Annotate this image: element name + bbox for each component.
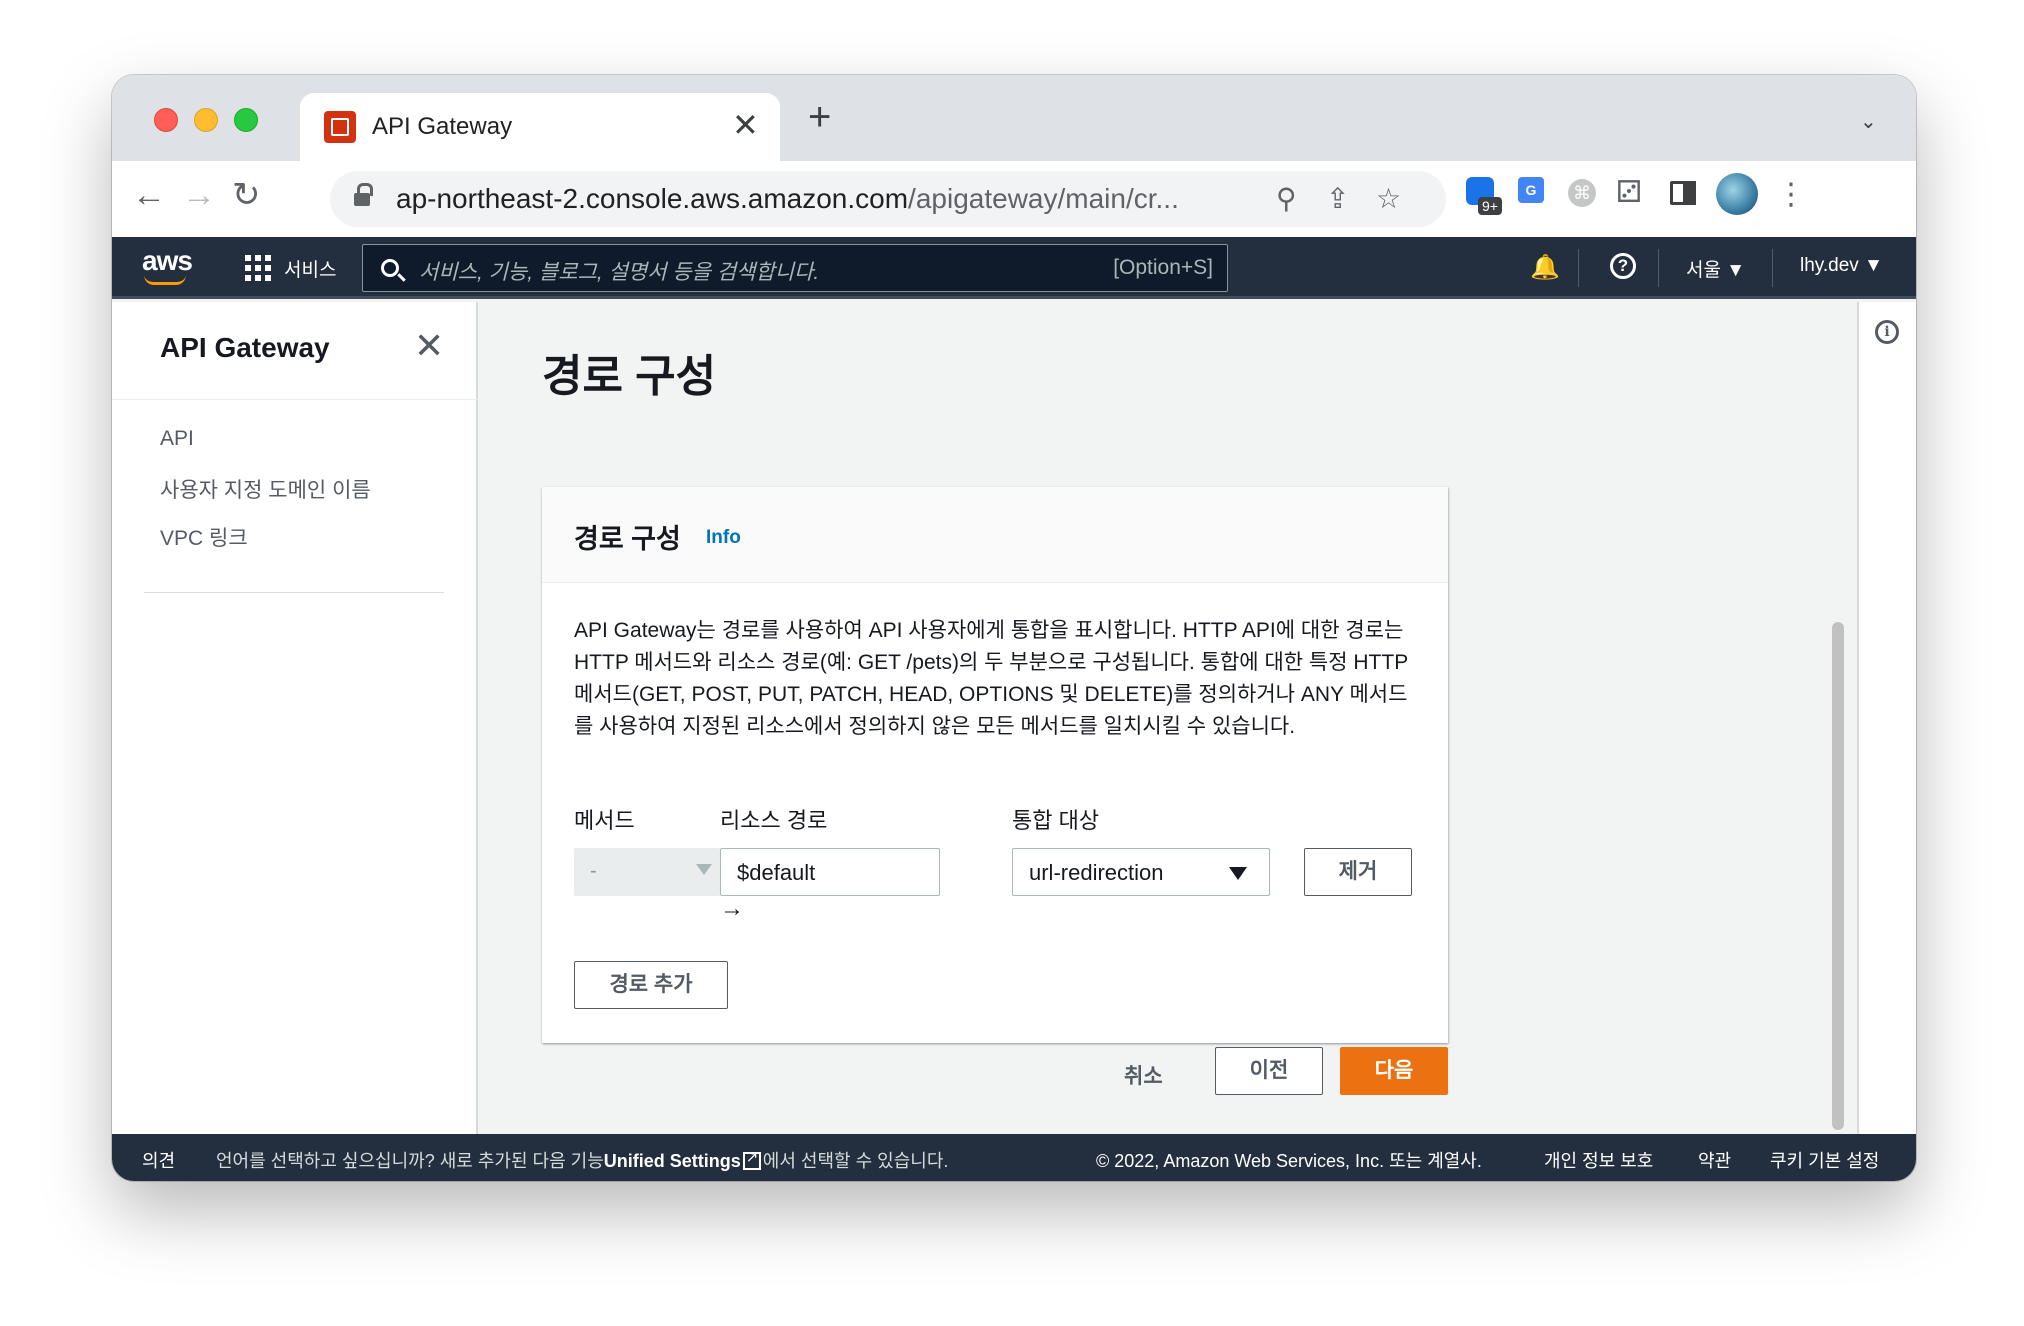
terms-link[interactable]: 약관 <box>1698 1147 1731 1173</box>
aws-logo[interactable]: aws <box>142 245 193 277</box>
back-icon[interactable]: ← <box>132 175 166 215</box>
next-button[interactable]: 다음 <box>1340 1047 1448 1095</box>
more-icon[interactable]: ⋮ <box>1776 175 1806 215</box>
nav-divider <box>1772 249 1773 287</box>
share-icon[interactable]: ⇪ <box>1326 183 1349 215</box>
command-extension-icon[interactable]: ⌘ <box>1566 175 1602 211</box>
close-window-button[interactable] <box>154 108 178 132</box>
sidebar-divider <box>112 399 478 400</box>
lock-icon[interactable] <box>354 183 373 207</box>
forward-icon[interactable]: → <box>182 175 216 215</box>
sidebar-divider <box>144 592 444 593</box>
chevron-down-icon <box>1229 867 1247 880</box>
reload-icon[interactable]: ↻ <box>232 175 261 215</box>
star-icon[interactable]: ☆ <box>1376 183 1401 215</box>
panel-title: 경로 구성 <box>574 524 681 554</box>
panel-header: 경로 구성 Info <box>542 487 1448 583</box>
resource-path-label: 리소스 경로 <box>720 808 828 833</box>
account-menu[interactable]: lhy.dev ▼ <box>1800 255 1883 277</box>
arrow-icon: → <box>720 895 744 922</box>
sidebar-item-vpc-links[interactable]: VPC 링크 <box>160 522 248 552</box>
routes-description: API Gateway는 경로를 사용하여 API 사용자에게 통합을 표시합니… <box>574 619 1408 738</box>
method-value: - <box>590 860 597 882</box>
profile-avatar[interactable] <box>1716 173 1758 215</box>
notifications-bell-icon[interactable]: 🔔 <box>1530 253 1560 282</box>
tools-rail: i <box>1857 302 1916 1134</box>
extensions-icon[interactable]: ⚂ <box>1616 175 1652 211</box>
new-tab-button[interactable]: + <box>808 97 831 137</box>
api-gateway-favicon-icon <box>324 111 356 143</box>
tab-api-gateway[interactable]: API Gateway ✕ <box>300 93 780 161</box>
language-notice: 언어를 선택하고 싶으십니까? 새로 추가된 다음 기능Unified Sett… <box>216 1147 948 1173</box>
help-icon[interactable]: ? <box>1610 253 1636 279</box>
minimize-window-button[interactable] <box>194 108 218 132</box>
add-route-button[interactable]: 경로 추가 <box>574 961 728 1009</box>
remove-route-button[interactable]: 제거 <box>1304 848 1412 896</box>
copyright: © 2022, Amazon Web Services, Inc. 또는 계열사… <box>1096 1151 1482 1171</box>
privacy-link[interactable]: 개인 정보 보호 <box>1544 1147 1653 1173</box>
integration-target-label: 통합 대상 <box>1012 808 1100 833</box>
translate-extension-icon[interactable]: G <box>1516 175 1552 211</box>
tasks-extension-icon[interactable]: 9+ <box>1464 175 1502 215</box>
zoom-out-icon[interactable]: ⚲ <box>1276 183 1297 215</box>
tab-strip: API Gateway ✕ + ⌄ <box>112 75 1916 161</box>
sidebar-title[interactable]: API Gateway <box>160 332 330 364</box>
url-text: ap-northeast-2.console.aws.amazon.com/ap… <box>396 183 1179 214</box>
aws-logo-smile-icon <box>144 275 186 285</box>
method-label: 메서드 <box>574 808 635 833</box>
console-search-input[interactable]: 서비스, 기능, 블로그, 설명서 등을 검색합니다. [Option+S] <box>362 244 1228 292</box>
tab-close-icon[interactable]: ✕ <box>732 105 759 145</box>
side-panel-icon[interactable] <box>1666 175 1702 211</box>
info-icon[interactable]: i <box>1875 320 1899 344</box>
integration-target-value: url-redirection <box>1029 860 1164 885</box>
page-title: 경로 구성 <box>542 352 717 401</box>
previous-button[interactable]: 이전 <box>1215 1047 1323 1095</box>
tab-title: API Gateway <box>372 113 513 140</box>
cookie-preferences-link[interactable]: 쿠키 기본 설정 <box>1770 1147 1879 1173</box>
address-bar[interactable]: ap-northeast-2.console.aws.amazon.com/ap… <box>330 171 1446 227</box>
close-sidebar-icon[interactable]: ✕ <box>414 326 444 366</box>
nav-divider <box>1578 249 1579 287</box>
info-link[interactable]: Info <box>706 527 741 549</box>
search-placeholder: 서비스, 기능, 블로그, 설명서 등을 검색합니다. <box>419 261 820 284</box>
chevron-down-icon <box>696 864 712 875</box>
browser-window: API Gateway ✕ + ⌄ ← → ↻ ap-northeast-2.c… <box>112 75 1916 1181</box>
console-content: API Gateway ✕ API 사용자 지정 도메인 이름 VPC 링크 경… <box>112 302 1916 1134</box>
integration-target-select[interactable]: url-redirection <box>1012 848 1270 896</box>
side-navigation: API Gateway ✕ API 사용자 지정 도메인 이름 VPC 링크 <box>112 302 478 1134</box>
feedback-link[interactable]: 의견 <box>142 1147 175 1173</box>
services-grid-icon[interactable] <box>245 255 271 281</box>
cancel-button[interactable]: 취소 <box>1124 1060 1163 1090</box>
zoom-window-button[interactable] <box>234 108 258 132</box>
region-selector[interactable]: 서울 ▼ <box>1686 255 1745 282</box>
sidebar-item-custom-domain-names[interactable]: 사용자 지정 도메인 이름 <box>160 474 371 504</box>
resource-path-input[interactable]: $default <box>720 848 940 896</box>
scrollbar-thumb[interactable] <box>1832 622 1844 1130</box>
aws-top-nav: aws 서비스 서비스, 기능, 블로그, 설명서 등을 검색합니다. [Opt… <box>112 237 1916 299</box>
tab-search-chevron-icon[interactable]: ⌄ <box>1860 109 1877 134</box>
method-select[interactable]: - <box>574 848 720 896</box>
external-link-icon <box>742 1148 761 1170</box>
search-icon <box>381 259 399 277</box>
browser-toolbar: ← → ↻ ap-northeast-2.console.aws.amazon.… <box>112 161 1916 237</box>
unified-settings-link[interactable]: Unified Settings <box>604 1151 741 1171</box>
services-menu[interactable]: 서비스 <box>284 255 336 282</box>
extension-badge: 9+ <box>1478 197 1502 215</box>
sidebar-item-api[interactable]: API <box>160 427 194 451</box>
console-footer: 의견 언어를 선택하고 싶으십니까? 새로 추가된 다음 기능Unified S… <box>112 1134 1916 1181</box>
search-shortcut: [Option+S] <box>1113 256 1213 279</box>
nav-divider <box>1658 249 1659 287</box>
configure-routes-panel: 경로 구성 Info API Gateway는 경로를 사용하여 API 사용자… <box>542 487 1448 1043</box>
